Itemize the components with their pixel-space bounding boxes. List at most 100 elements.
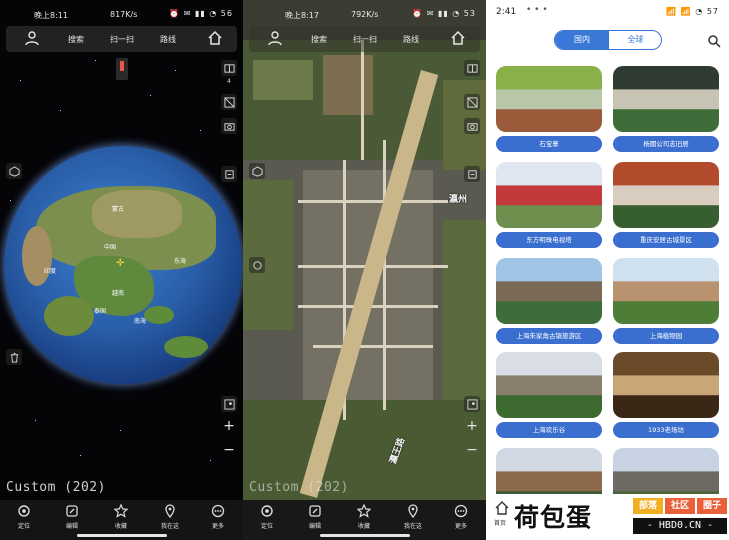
- layer-count: 4: [227, 78, 231, 85]
- scenic-photo[interactable]: [613, 258, 719, 324]
- nav-here[interactable]: 我在这: [150, 504, 190, 530]
- screenshot-collage: 晚上8:11 817K/s ⏰ ✉ ▮▮ ◔ 56 搜索 扫一扫 路线 4 + …: [0, 0, 729, 540]
- nav-edit[interactable]: 编辑: [295, 504, 335, 530]
- status-time: 晚上8:11: [34, 11, 68, 20]
- nav-favorites[interactable]: 收藏: [101, 504, 141, 530]
- watermark-tag: 部落: [633, 498, 663, 514]
- minimap-icon[interactable]: [221, 396, 237, 412]
- scenic-caption-button[interactable]: 东方明珠电视塔: [496, 232, 602, 248]
- scenic-caption-button[interactable]: 1933老场坊: [613, 422, 719, 438]
- pin-icon: [408, 504, 418, 518]
- camera-icon[interactable]: [221, 118, 237, 134]
- camera-icon[interactable]: [464, 118, 480, 134]
- scenic-photo[interactable]: [496, 352, 602, 418]
- tab-global[interactable]: 全球: [609, 31, 661, 49]
- search-button[interactable]: 搜索: [68, 34, 84, 45]
- gesture-bar[interactable]: [76, 534, 167, 537]
- search-icon[interactable]: [707, 34, 721, 48]
- earth-globe[interactable]: 蒙古 中国 东海 南海 越南 泰国 印度 ✛: [4, 146, 242, 384]
- nav-locate[interactable]: 定位: [4, 504, 44, 530]
- scenic-caption-button[interactable]: 上海植物园: [613, 328, 719, 344]
- user-icon[interactable]: [267, 30, 283, 46]
- tab-domestic[interactable]: 国内: [555, 31, 609, 49]
- home-tab-label: 首页: [494, 520, 507, 527]
- rotate-icon[interactable]: [464, 166, 480, 182]
- scenic-gallery-screen: 2:41 • • • 📶 📶 ◔ 57 国内 全球 石宝寨 杨闇公司志旧居东方明珠…: [486, 0, 729, 540]
- scenic-photo[interactable]: [613, 352, 719, 418]
- scenic-photo[interactable]: [613, 66, 719, 132]
- zoom-in-icon[interactable]: +: [221, 418, 237, 434]
- edit-icon: [309, 505, 321, 517]
- status-notification-dots: • • •: [526, 5, 548, 15]
- scenic-photo[interactable]: [496, 66, 602, 132]
- home-icon[interactable]: [207, 30, 223, 46]
- scan-button[interactable]: 扫一扫: [110, 34, 134, 45]
- star-icon: [114, 504, 128, 518]
- nav-more[interactable]: 更多: [441, 504, 481, 530]
- scenic-photo[interactable]: [496, 162, 602, 228]
- watermark-banner: 首页 荷包蛋 部落 社区 圈子 - HBD0.CN -: [492, 494, 729, 540]
- scan-button[interactable]: 扫一扫: [353, 34, 377, 45]
- map-style-icon[interactable]: [464, 94, 480, 110]
- status-system-icons: 📶 📶 ◔ 57: [666, 7, 719, 16]
- satellite-view-screen: 瀛州 瀛王路 晚上8:17 792K/s ⏰ ✉ ▮▮ ◔ 53 搜索 扫一扫 …: [243, 0, 486, 540]
- status-network-speed: 817K/s: [110, 10, 138, 19]
- status-time: 晚上8:17: [285, 11, 319, 20]
- zoom-out-icon[interactable]: −: [464, 442, 480, 458]
- 3d-box-icon[interactable]: [249, 163, 265, 179]
- more-icon: [454, 504, 468, 518]
- zoom-in-icon[interactable]: +: [464, 418, 480, 434]
- custom-layer-label: Custom (202): [6, 480, 106, 495]
- scenic-photo[interactable]: [496, 258, 602, 324]
- nav-favorites[interactable]: 收藏: [344, 504, 384, 530]
- globe-label: 南海: [134, 318, 147, 325]
- measure-icon[interactable]: [249, 257, 265, 273]
- custom-layer-label: Custom (202): [249, 480, 349, 495]
- watermark-tag: 圈子: [697, 498, 727, 514]
- scenic-caption-button[interactable]: 杨闇公司志旧居: [613, 136, 719, 152]
- watermark-brand: 荷包蛋: [514, 503, 593, 532]
- more-icon: [211, 504, 225, 518]
- satellite-imagery[interactable]: 瀛州 瀛王路: [243, 0, 486, 540]
- zoom-out-icon[interactable]: −: [221, 442, 237, 458]
- nav-edit[interactable]: 编辑: [52, 504, 92, 530]
- gesture-bar[interactable]: [319, 534, 410, 537]
- globe-label: 中国: [104, 244, 117, 251]
- scenic-caption-button[interactable]: 重庆安居古城景区: [613, 232, 719, 248]
- scenic-caption-button[interactable]: 上海朱家角古镇旅游区: [496, 328, 602, 344]
- route-button[interactable]: 路线: [403, 34, 419, 45]
- scenic-caption-button[interactable]: 上海欢乐谷: [496, 422, 602, 438]
- home-icon[interactable]: [494, 500, 510, 516]
- trash-icon[interactable]: [6, 349, 22, 365]
- nav-locate[interactable]: 定位: [247, 504, 287, 530]
- nav-more[interactable]: 更多: [198, 504, 238, 530]
- compass-icon[interactable]: [116, 58, 128, 80]
- minimap-icon[interactable]: [464, 396, 480, 412]
- layers-icon[interactable]: [221, 60, 237, 76]
- bottom-nav: 定位 编辑 收藏 我在这 更多: [0, 500, 243, 540]
- globe-label: 东海: [174, 258, 187, 265]
- globe-label: 印度: [44, 268, 57, 275]
- locate-icon: [261, 505, 273, 517]
- status-time: 2:41: [496, 7, 517, 17]
- scenic-caption-button[interactable]: 石宝寨: [496, 136, 602, 152]
- star-icon: [357, 504, 371, 518]
- region-toggle: 国内 全球: [554, 30, 662, 50]
- map-style-icon[interactable]: [221, 94, 237, 110]
- rotate-icon[interactable]: [221, 166, 237, 182]
- 3d-box-icon[interactable]: [6, 163, 22, 179]
- nav-here[interactable]: 我在这: [393, 504, 433, 530]
- globe-label: 蒙古: [112, 206, 125, 213]
- route-button[interactable]: 路线: [160, 34, 176, 45]
- search-button[interactable]: 搜索: [311, 34, 327, 45]
- scenic-photo[interactable]: [613, 162, 719, 228]
- status-system-icons: ⏰ ✉ ▮▮ ◔ 56: [169, 9, 233, 18]
- watermark-tag: 社区: [665, 498, 695, 514]
- status-bar: 2:41 • • • 📶 📶 ◔ 57: [486, 0, 729, 26]
- bottom-nav: 定位 编辑 收藏 我在这 更多: [243, 500, 486, 540]
- layers-icon[interactable]: [464, 60, 480, 76]
- status-system-icons: ⏰ ✉ ▮▮ ◔ 53: [412, 9, 476, 18]
- edit-icon: [66, 505, 78, 517]
- home-icon[interactable]: [450, 30, 466, 46]
- user-icon[interactable]: [24, 30, 40, 46]
